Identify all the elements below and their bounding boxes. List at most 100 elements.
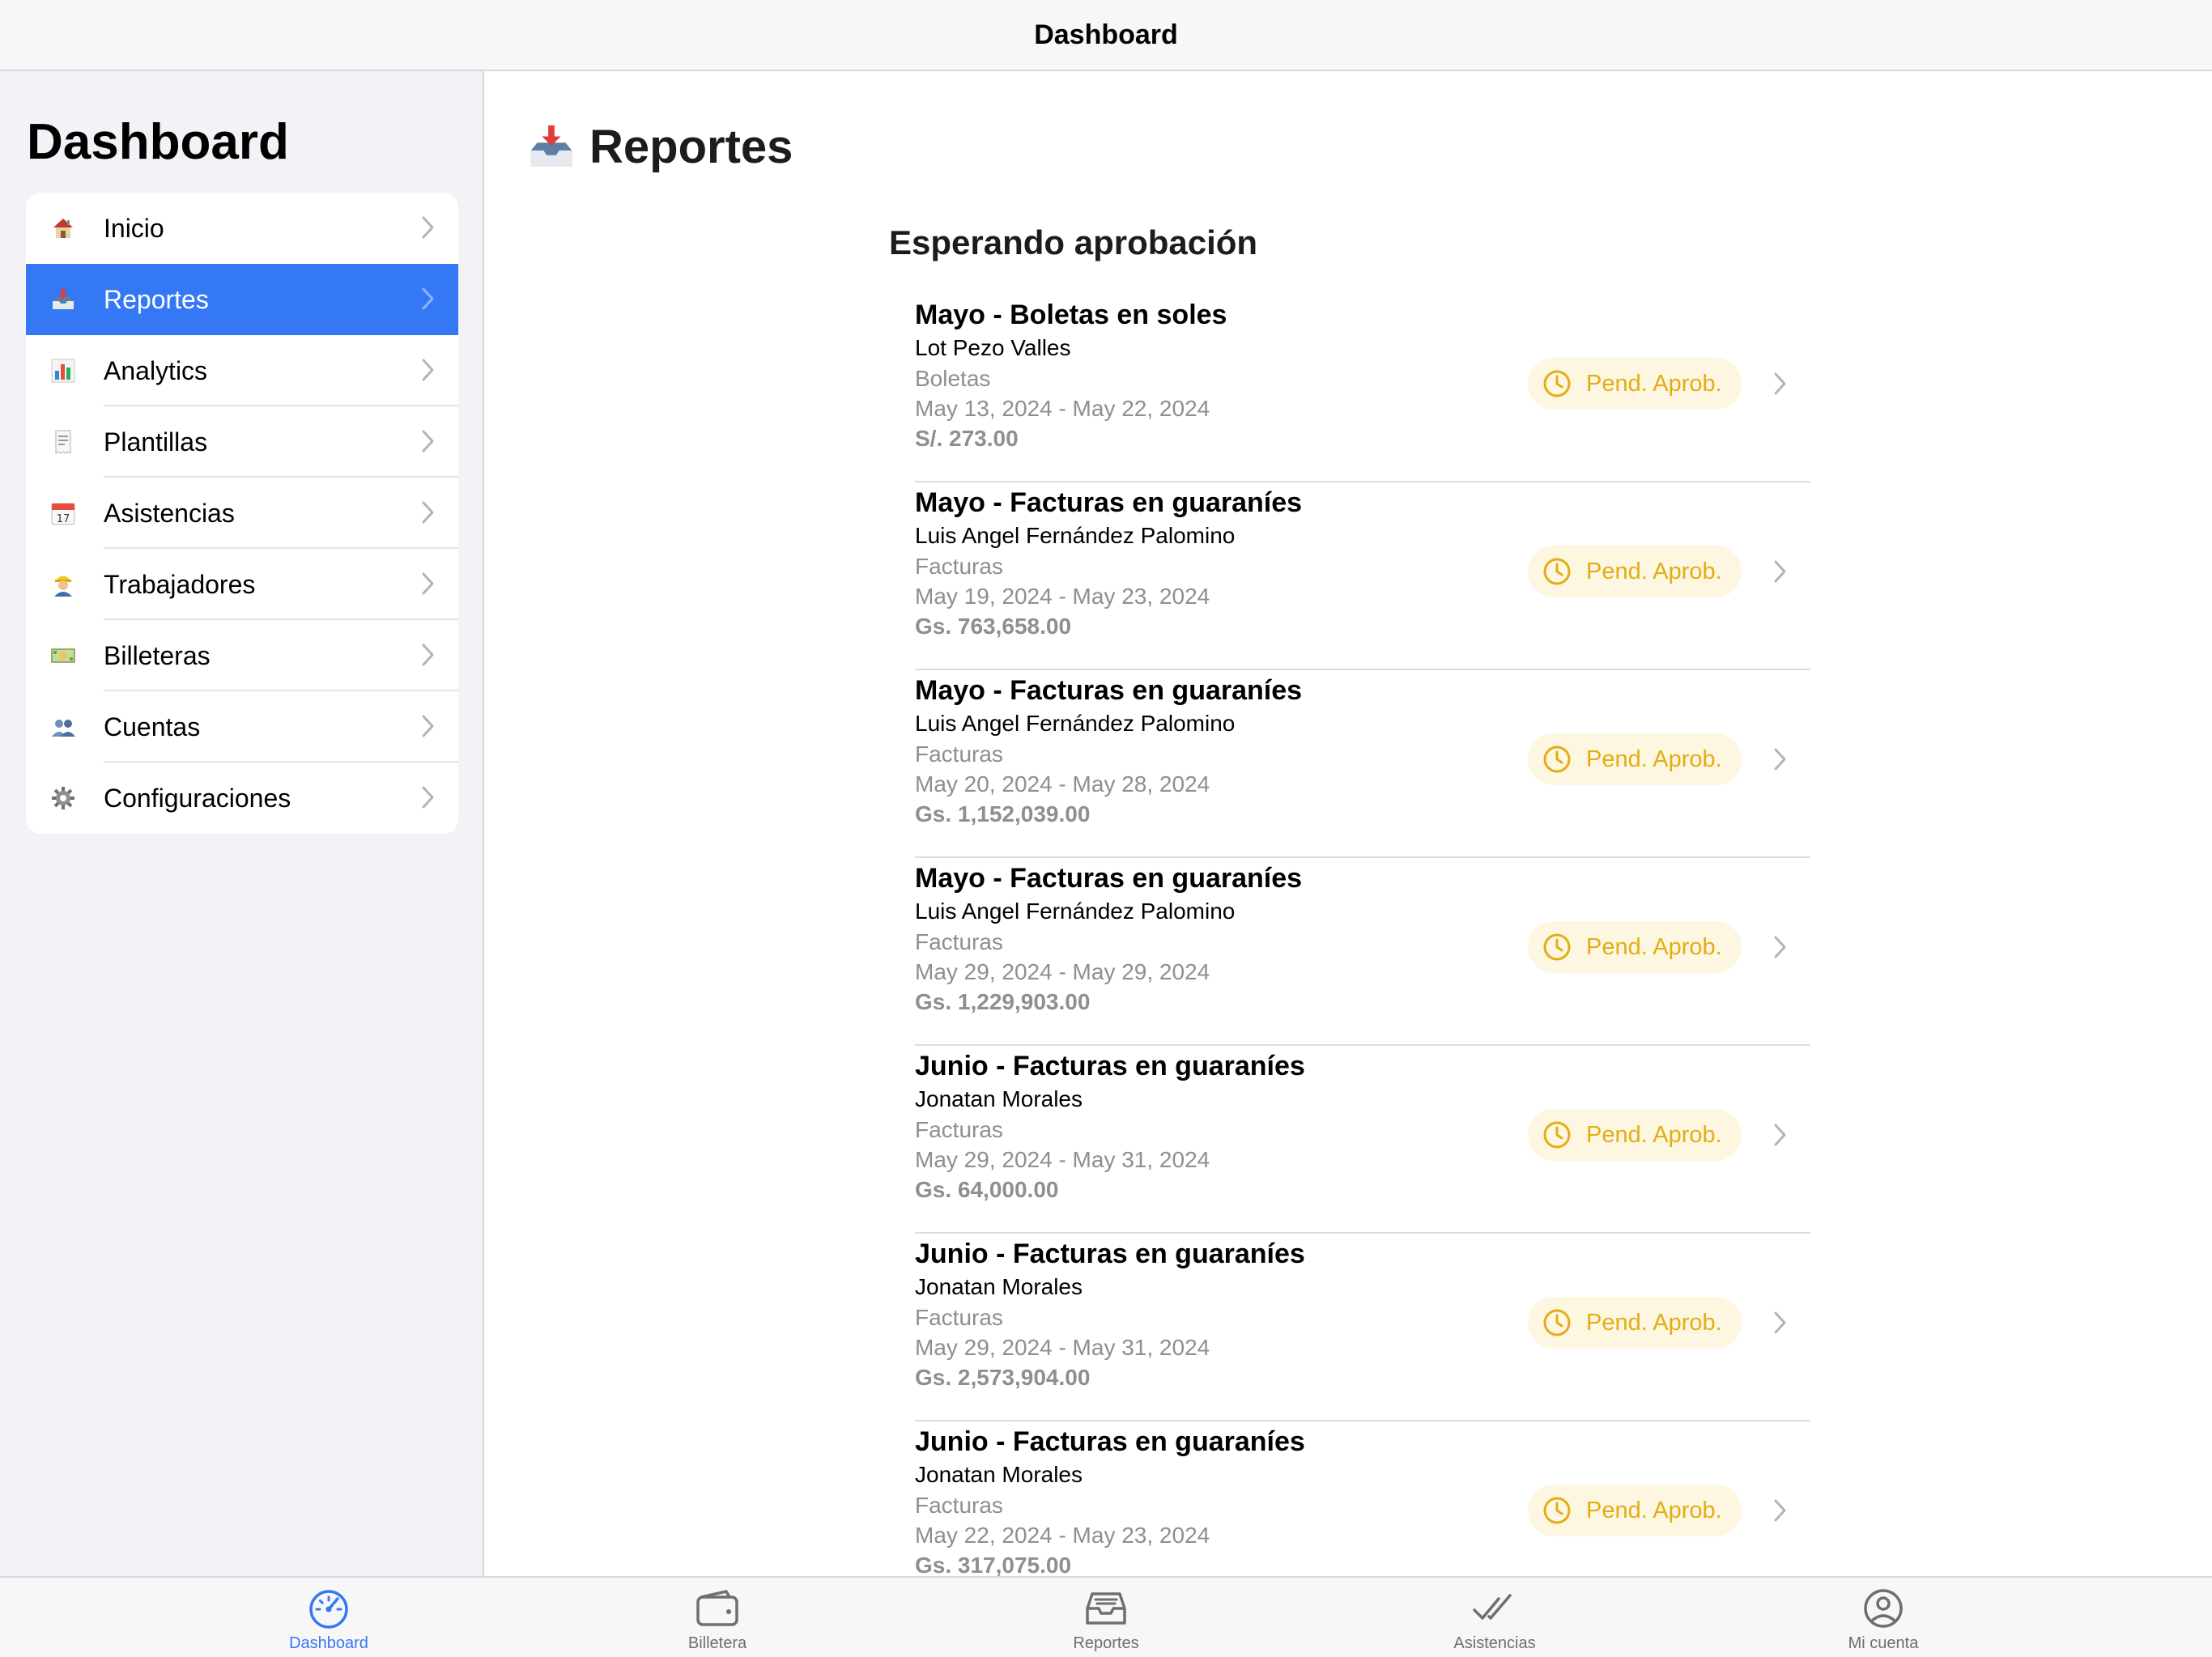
report-dates: May 29, 2024 - May 29, 2024 [915, 959, 1210, 984]
sidebar-item-trabajadores[interactable]: Trabajadores [26, 549, 458, 620]
report-person: Luis Angel Fernández Palomino [915, 523, 1236, 548]
report-type: Boletas [915, 366, 991, 391]
report-dates: May 20, 2024 - May 28, 2024 [915, 771, 1210, 797]
double-check-icon [1471, 1587, 1518, 1629]
tab-reportes[interactable]: Reportes [1025, 1587, 1187, 1653]
chevron-right-icon [1773, 1498, 1788, 1527]
report-amount: Gs. 64,000.00 [915, 1177, 1059, 1202]
report-row[interactable]: Mayo - Facturas en guaraníes Luis Angel … [915, 670, 1810, 858]
report-title: Junio - Facturas en guaraníes [915, 1051, 1305, 1081]
report-dates: May 29, 2024 - May 31, 2024 [915, 1147, 1210, 1172]
sidebar-item-asistencias[interactable]: 17 Asistencias [26, 478, 458, 549]
report-row[interactable]: Junio - Facturas en guaraníes Jonatan Mo… [915, 1234, 1810, 1421]
tab-dashboard[interactable]: Dashboard [248, 1587, 410, 1653]
nav-title: Dashboard [1034, 19, 1178, 50]
tab-label: Asistencias [1453, 1634, 1536, 1652]
report-amount: Gs. 1,229,903.00 [915, 989, 1091, 1014]
report-row[interactable]: Mayo - Facturas en guaraníes Luis Angel … [915, 482, 1810, 670]
sidebar-item-label: Plantillas [104, 427, 208, 457]
money-icon [50, 643, 76, 669]
status-label: Pend. Aprob. [1586, 1497, 1722, 1523]
report-dates: May 13, 2024 - May 22, 2024 [915, 396, 1210, 421]
clock-icon [1542, 1308, 1572, 1337]
status-label: Pend. Aprob. [1586, 746, 1722, 772]
top-navigation-bar: Dashboard [0, 0, 2212, 71]
report-amount: Gs. 763,658.00 [915, 614, 1072, 639]
report-title: Mayo - Facturas en guaraníes [915, 863, 1303, 894]
report-type: Facturas [915, 929, 1003, 954]
status-label: Pend. Aprob. [1586, 558, 1722, 584]
chevron-right-icon [1773, 746, 1788, 776]
report-row[interactable]: Junio - Facturas en guaraníes Jonatan Mo… [915, 1421, 1810, 1577]
status-badge: Pend. Aprob. [1528, 1297, 1742, 1349]
sidebar-item-analytics[interactable]: Analytics [26, 335, 458, 406]
chevron-right-icon [1773, 934, 1788, 964]
chevron-right-icon [1773, 1122, 1788, 1152]
report-title: Mayo - Boletas en soles [915, 300, 1227, 330]
tab-billetera[interactable]: Billetera [636, 1587, 798, 1653]
status-label: Pend. Aprob. [1586, 370, 1722, 397]
report-person: Jonatan Morales [915, 1086, 1083, 1111]
report-row[interactable]: Junio - Facturas en guaraníes Jonatan Mo… [915, 1046, 1810, 1234]
section-title: Esperando aprobación [889, 223, 1258, 261]
chevron-right-icon [421, 286, 436, 316]
clock-icon [1542, 1496, 1572, 1525]
gear-icon [50, 785, 76, 811]
report-title: Mayo - Facturas en guaraníes [915, 487, 1303, 518]
report-dates: May 22, 2024 - May 23, 2024 [915, 1523, 1210, 1548]
sidebar-item-reportes[interactable]: Reportes [26, 264, 458, 335]
tab-asistencias[interactable]: Asistencias [1414, 1587, 1576, 1653]
main-content: Reportes Esperando aprobación Mayo - Bol… [486, 71, 2212, 1577]
report-amount: S/. 273.00 [915, 426, 1019, 451]
report-row[interactable]: Mayo - Facturas en guaraníes Luis Angel … [915, 858, 1810, 1046]
report-person: Luis Angel Fernández Palomino [915, 711, 1236, 736]
status-badge: Pend. Aprob. [1528, 1485, 1742, 1536]
chevron-right-icon [1773, 559, 1788, 588]
status-label: Pend. Aprob. [1586, 1309, 1722, 1336]
sidebar-item-inicio[interactable]: Inicio [26, 193, 458, 264]
chevron-right-icon [421, 428, 436, 458]
status-label: Pend. Aprob. [1586, 933, 1722, 960]
sidebar-item-billeteras[interactable]: Billeteras [26, 620, 458, 691]
clock-icon [1542, 1120, 1572, 1149]
tab-label: Billetera [687, 1634, 747, 1652]
sidebar: Dashboard Inicio Reportes Analytics Plan… [0, 71, 484, 1577]
report-type: Facturas [915, 1305, 1003, 1330]
status-badge: Pend. Aprob. [1528, 921, 1742, 973]
report-person: Jonatan Morales [915, 1274, 1083, 1299]
inbox-tray-icon [526, 122, 576, 172]
chevron-right-icon [421, 357, 436, 387]
chevron-right-icon [1773, 1310, 1788, 1340]
sidebar-item-cuentas[interactable]: Cuentas [26, 691, 458, 763]
chevron-right-icon [421, 499, 436, 529]
svg-text:17: 17 [57, 513, 70, 525]
house-icon [50, 215, 76, 241]
sidebar-item-label: Inicio [104, 213, 164, 243]
report-person: Lot Pezo Valles [915, 335, 1071, 360]
chevron-right-icon [421, 713, 436, 743]
sidebar-item-plantillas[interactable]: Plantillas [26, 406, 458, 478]
sidebar-item-label: Configuraciones [104, 783, 291, 813]
report-person: Luis Angel Fernández Palomino [915, 899, 1236, 924]
status-label: Pend. Aprob. [1586, 1121, 1722, 1148]
report-amount: Gs. 1,152,039.00 [915, 801, 1091, 826]
sidebar-item-configuraciones[interactable]: Configuraciones [26, 763, 458, 834]
chevron-right-icon [421, 642, 436, 672]
report-type: Facturas [915, 1493, 1003, 1518]
sidebar-menu: Inicio Reportes Analytics Plantillas 17 … [26, 193, 458, 834]
sidebar-item-label: Asistencias [104, 498, 235, 528]
sidebar-item-label: Analytics [104, 355, 208, 385]
wallet-icon [694, 1587, 741, 1629]
receipt-icon [50, 429, 76, 455]
report-row[interactable]: Mayo - Boletas en soles Lot Pezo Valles … [915, 295, 1810, 482]
report-amount: Gs. 317,075.00 [915, 1553, 1072, 1577]
chevron-right-icon [421, 215, 436, 244]
tab-bar: Dashboard Billetera Reportes Asistencias… [0, 1576, 2212, 1657]
page-header: Reportes [526, 120, 793, 174]
status-badge: Pend. Aprob. [1528, 546, 1742, 597]
worker-icon [50, 571, 76, 597]
report-list: Mayo - Boletas en soles Lot Pezo Valles … [915, 295, 1810, 1577]
clock-icon [1542, 933, 1572, 962]
tab-mi-cuenta[interactable]: Mi cuenta [1802, 1587, 1964, 1653]
speedometer-icon [305, 1587, 352, 1629]
